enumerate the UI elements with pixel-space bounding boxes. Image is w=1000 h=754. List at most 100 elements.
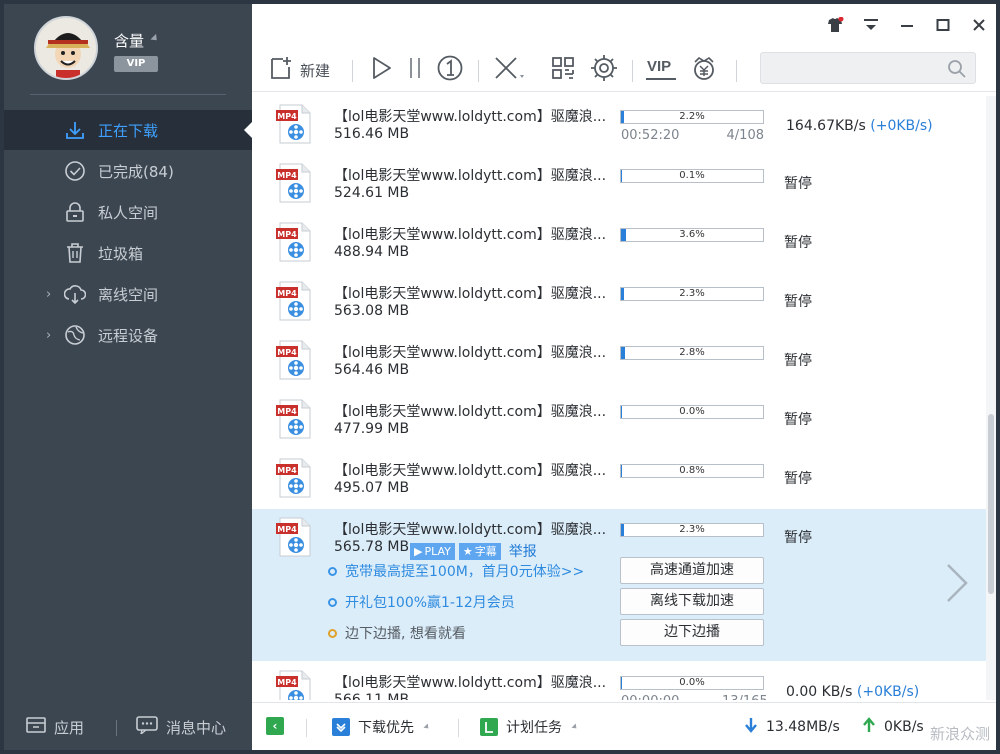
download-row[interactable]: MP4 【lol电影天堂www.loldytt.com】驱魔浪... 516.46 … — [252, 96, 986, 155]
active-indicator — [244, 122, 252, 138]
grid-icon — [550, 55, 578, 85]
chevron-right-icon[interactable]: › — [46, 328, 51, 343]
svg-text:MP4: MP4 — [277, 348, 297, 357]
file-name[interactable]: 【lol电影天堂www.loldytt.com】驱魔浪... — [334, 460, 606, 480]
sidebar-item-label: 正在下载 — [98, 121, 159, 140]
delete-icon — [492, 55, 526, 85]
file-name[interactable]: 【lol电影天堂www.loldytt.com】驱魔浪... — [334, 106, 606, 126]
progress-bar: 2.3% — [620, 523, 764, 537]
play-tag[interactable]: ▶ PLAY — [410, 542, 455, 560]
promo-link[interactable]: 宽带最高提至100M，首月0元体验>> — [328, 561, 584, 581]
maximize-icon[interactable] — [934, 16, 952, 34]
user-menu-caret-icon[interactable] — [150, 33, 160, 44]
message-center-button[interactable]: 消息中心 — [136, 716, 226, 738]
download-row[interactable]: MP4 【lol电影天堂www.loldytt.com】驱魔浪... 524.61 … — [252, 155, 986, 214]
window-controls — [826, 16, 988, 34]
report-link[interactable]: 举报 — [509, 541, 537, 561]
download-row[interactable]: MP4 【lol电影天堂www.loldytt.com】驱魔浪... 566.11 … — [252, 662, 986, 700]
mp4-file-icon: MP4 — [276, 163, 312, 203]
scrollbar[interactable] — [986, 96, 996, 700]
file-name[interactable]: 【lol电影天堂www.loldytt.com】驱魔浪... — [334, 165, 606, 185]
download-row[interactable]: MP4 【lol电影天堂www.loldytt.com】驱魔浪... 563.08 … — [252, 273, 986, 332]
progress-percent: 0.1% — [679, 170, 705, 181]
subtitle-tag[interactable]: ★ 字幕 — [458, 542, 501, 560]
collapse-sidebar-button[interactable]: ‹ — [266, 717, 284, 735]
sidebar-item-offline-space[interactable]: › 离线空间 — [4, 274, 252, 314]
apps-button[interactable]: 应用 — [26, 716, 84, 738]
status-label: 暂停 — [784, 176, 812, 192]
promo-link[interactable]: 开礼包100%赢1-12月会员 — [328, 592, 515, 612]
svg-text:MP4: MP4 — [277, 171, 297, 180]
search-input[interactable] — [761, 53, 941, 83]
skin-icon[interactable] — [826, 16, 844, 34]
sidebar-item-trash[interactable]: 垃圾箱 — [4, 233, 252, 273]
sidebar-item-remote-devices[interactable]: › 远程设备 — [4, 315, 252, 355]
vip-badge-label: VIP — [126, 58, 146, 69]
promo-link[interactable]: 边下边播, 想看就看 — [328, 623, 466, 643]
download-row[interactable]: MP4 【lol电影天堂www.loldytt.com】驱魔浪... 565.78 … — [252, 509, 986, 661]
scheduled-tasks-button[interactable]: 计划任务 — [480, 717, 579, 737]
avatar[interactable] — [34, 16, 98, 80]
mp4-file-icon: MP4 — [276, 281, 312, 321]
search-icon[interactable] — [947, 59, 967, 79]
sidebar-item-downloading[interactable]: 正在下载 — [4, 110, 252, 150]
wallet-button[interactable] — [690, 54, 718, 86]
settings-button[interactable] — [590, 54, 618, 86]
file-name[interactable]: 【lol电影天堂www.loldytt.com】驱魔浪... — [334, 401, 606, 421]
chevron-right-icon[interactable]: › — [46, 287, 51, 302]
limit-one-button[interactable] — [436, 54, 464, 86]
high-speed-channel-button[interactable]: 高速通道加速 — [620, 557, 764, 584]
toolbar-separator — [632, 60, 633, 82]
priority-label: 下载优先 — [358, 720, 414, 736]
start-button[interactable] — [368, 54, 394, 86]
scrollbar-thumb[interactable] — [988, 414, 994, 594]
file-size: 524.61 MB — [334, 185, 410, 201]
status-label: 暂停 — [784, 353, 812, 369]
file-name[interactable]: 【lol电影天堂www.loldytt.com】驱魔浪... — [334, 342, 606, 362]
download-row[interactable]: MP4 【lol电影天堂www.loldytt.com】驱魔浪... 488.94 … — [252, 214, 986, 273]
main-panel: 新建 VIP MP4 【lol电影天堂www.loldytt.com】驱魔浪..… — [252, 4, 996, 750]
progress-percent: 0.0% — [679, 406, 705, 417]
menu-icon[interactable] — [862, 16, 880, 34]
pause-button[interactable] — [406, 54, 426, 86]
search-box[interactable] — [760, 52, 976, 84]
status-label: 暂停 — [784, 471, 812, 487]
priority-icon — [332, 718, 350, 736]
trash-icon — [64, 242, 86, 264]
delete-button[interactable] — [492, 54, 526, 86]
file-name[interactable]: 【lol电影天堂www.loldytt.com】驱魔浪... — [334, 672, 606, 692]
chevron-right-icon[interactable] — [942, 561, 972, 605]
offline-download-button[interactable]: 离线下载加速 — [620, 588, 764, 615]
mp4-file-icon: MP4 — [276, 340, 312, 380]
vip-badge[interactable]: VIP — [114, 56, 158, 72]
stream-while-downloading-button[interactable]: 边下边播 — [620, 619, 764, 646]
piece-count: 13/165 — [722, 694, 768, 700]
new-task-button[interactable]: 新建 — [268, 54, 330, 86]
up-arrow-icon — [862, 717, 876, 737]
cloud-download-icon — [64, 283, 86, 305]
progress-bar: 2.8% — [620, 346, 764, 360]
status-label: 暂停 — [784, 412, 812, 428]
download-row[interactable]: MP4 【lol电影天堂www.loldytt.com】驱魔浪... 495.07 … — [252, 450, 986, 509]
progress-percent: 0.0% — [679, 677, 705, 688]
download-list[interactable]: MP4 【lol电影天堂www.loldytt.com】驱魔浪... 516.46 … — [252, 96, 986, 700]
chevron-left-icon: ‹ — [266, 717, 284, 735]
grid-view-button[interactable] — [550, 54, 578, 86]
file-name[interactable]: 【lol电影天堂www.loldytt.com】驱魔浪... — [334, 283, 606, 303]
minimize-icon[interactable] — [898, 16, 916, 34]
close-icon[interactable] — [970, 16, 988, 34]
watermark: 新浪众测 — [929, 725, 990, 743]
file-name[interactable]: 【lol电影天堂www.loldytt.com】驱魔浪... — [334, 224, 606, 244]
sidebar-item-private-space[interactable]: 私人空间 — [4, 192, 252, 232]
file-name[interactable]: 【lol电影天堂www.loldytt.com】驱魔浪... — [334, 519, 606, 539]
download-row[interactable]: MP4 【lol电影天堂www.loldytt.com】驱魔浪... 477.99 … — [252, 391, 986, 450]
file-size: 565.78 MB — [334, 539, 410, 555]
download-row[interactable]: MP4 【lol电影天堂www.loldytt.com】驱魔浪... 564.46 … — [252, 332, 986, 391]
vip-button[interactable]: VIP — [644, 54, 678, 86]
username[interactable]: 含量 — [114, 30, 144, 51]
sidebar-item-completed[interactable]: 已完成(84) — [4, 151, 252, 191]
download-priority-button[interactable]: 下载优先 — [332, 717, 431, 737]
time-remaining: 00:00:00 — [621, 694, 679, 700]
schedule-label: 计划任务 — [506, 720, 562, 736]
schedule-icon — [480, 718, 498, 736]
